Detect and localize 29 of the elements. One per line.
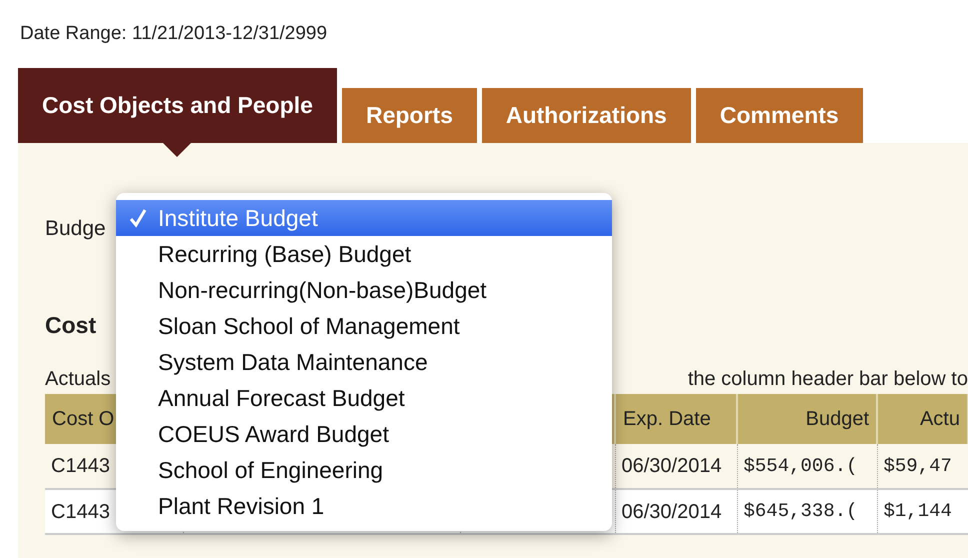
- table-cell: $645,338.(: [744, 500, 858, 522]
- table-cell: $554,006.(: [744, 454, 858, 477]
- menu-item[interactable]: Annual Forecast Budget: [116, 380, 612, 416]
- menu-item[interactable]: Plant Revision 1: [116, 488, 612, 524]
- menu-item[interactable]: System Data Maintenance: [116, 344, 612, 380]
- menu-item[interactable]: Non-recurring(Non-base)Budget: [116, 272, 612, 308]
- date-range-text: Date Range: 11/21/2013-12/31/2999: [20, 23, 328, 44]
- tab[interactable]: Comments: [696, 88, 863, 143]
- note-text: the column header bar below to: [688, 367, 968, 392]
- table-cell: C1443: [51, 500, 110, 522]
- table-cell: C1443: [51, 455, 110, 477]
- menu-item[interactable]: Institute Budget: [116, 200, 612, 236]
- tab[interactable]: Reports: [342, 88, 477, 143]
- tab[interactable]: Authorizations: [482, 88, 691, 143]
- table-cell: $59,47: [884, 454, 952, 477]
- menu-item[interactable]: School of Engineering: [116, 452, 612, 488]
- menu-item[interactable]: Recurring (Base) Budget: [116, 236, 612, 272]
- section-heading: Cost: [45, 312, 96, 338]
- checkmark-icon: [128, 208, 148, 228]
- column-header[interactable]: Actu: [920, 408, 960, 430]
- column-header[interactable]: Cost O: [52, 408, 114, 430]
- table-cell: $1,144: [884, 500, 952, 522]
- menu-item[interactable]: COEUS Award Budget: [116, 416, 612, 452]
- table-cell: 06/30/2014: [622, 500, 722, 522]
- column-header[interactable]: Budget: [806, 408, 869, 430]
- note-text: Actuals: [45, 367, 111, 392]
- budget-label: Budge: [45, 217, 106, 240]
- menu-item[interactable]: Sloan School of Management: [116, 308, 612, 344]
- table-cell: 06/30/2014: [622, 455, 722, 477]
